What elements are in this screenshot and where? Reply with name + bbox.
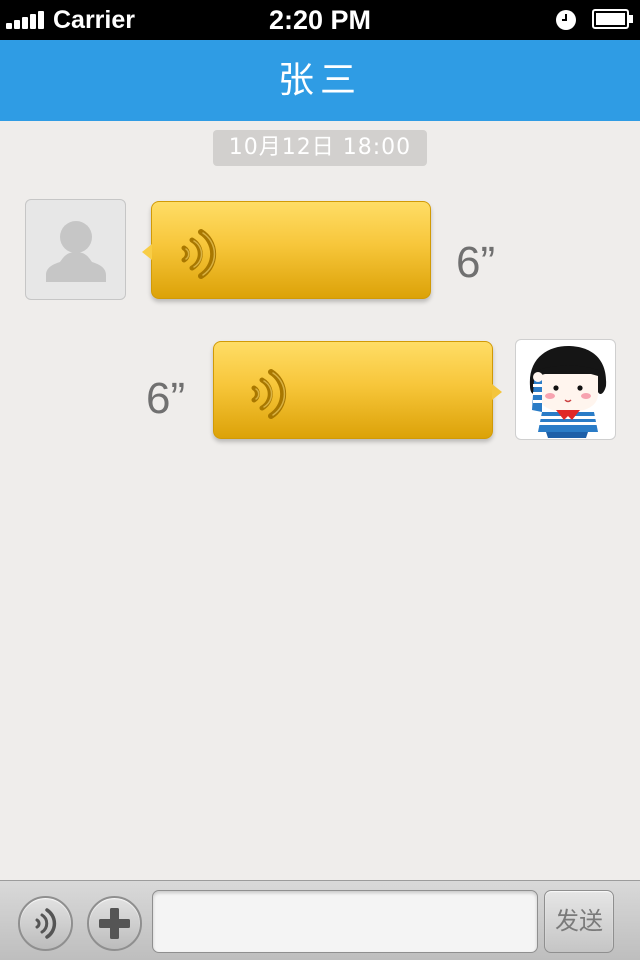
message-timestamp: 10月12日 18:00 [213,130,427,166]
voice-duration: 6” [146,374,186,423]
input-toolbar: 发送 [0,880,640,960]
status-bar: Carrier 2:20 PM [0,0,640,40]
voice-wave-icon [251,369,287,419]
alarm-icon [556,10,576,30]
status-time: 2:20 PM [268,5,372,35]
contact-avatar[interactable] [25,199,126,300]
battery-icon [592,9,633,29]
message-input[interactable] [152,890,538,953]
incoming-voice-message[interactable] [142,201,431,299]
more-options-button[interactable] [87,896,142,951]
outgoing-voice-message[interactable] [213,341,502,439]
voice-input-button[interactable] [18,896,73,951]
plus-icon [99,908,130,939]
nav-bar: 张三 [0,40,640,121]
self-avatar[interactable] [515,339,616,440]
cartoon-girl-avatar [529,346,607,438]
send-button[interactable]: 发送 [544,890,614,953]
contact-name-title: 张三 [277,60,362,101]
default-avatar-icon [46,221,106,282]
voice-icon [35,908,57,939]
voice-wave-icon [181,229,217,279]
voice-duration: 6” [456,238,496,287]
